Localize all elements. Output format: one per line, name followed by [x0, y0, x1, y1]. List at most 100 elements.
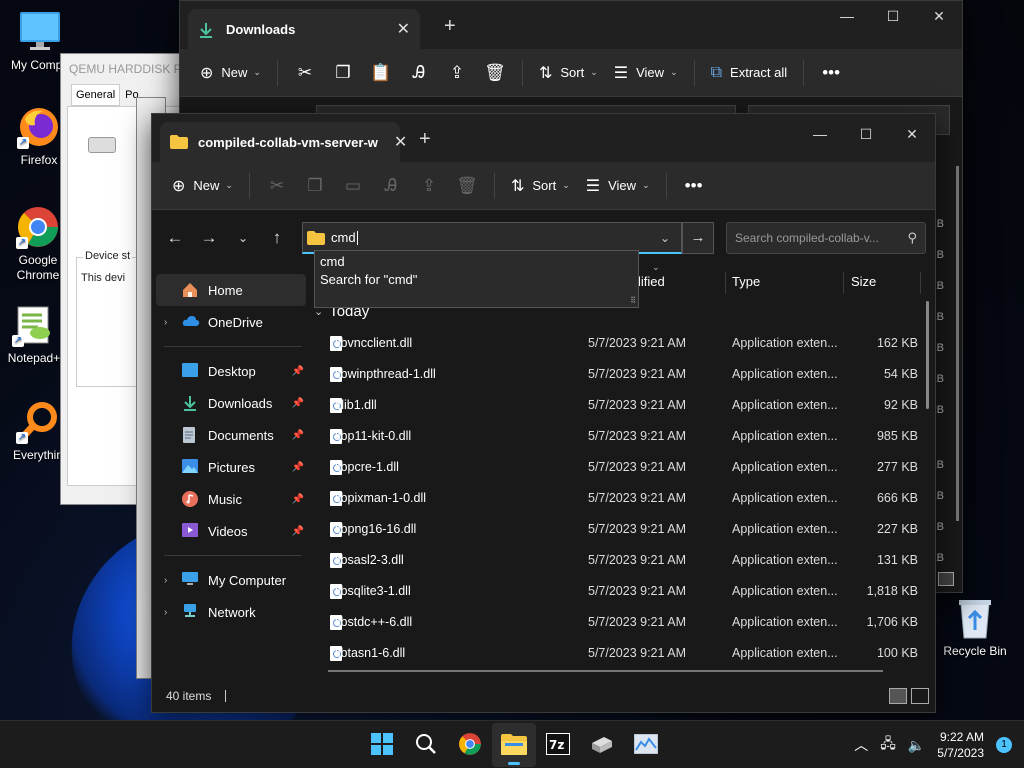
sort-button[interactable]: ⇅ Sort ⌄	[531, 57, 606, 89]
column-divider[interactable]	[843, 272, 844, 294]
table-row[interactable]: libpcre-1.dll 5/7/2023 9:21 AM Application…	[310, 452, 930, 483]
view-button[interactable]: ☰ View ⌄	[606, 57, 686, 89]
pin-icon[interactable]: 📌	[292, 462, 304, 473]
sidebar-item-music[interactable]: Music 📌	[152, 483, 310, 515]
column-divider[interactable]	[920, 272, 921, 294]
rename-icon[interactable]: Ꭿ	[372, 176, 410, 196]
close-tab-icon[interactable]: ✕	[397, 19, 410, 39]
search-input[interactable]: Search compiled-collab-v... ⚲	[726, 222, 926, 254]
volume-icon[interactable]: 🔈	[908, 737, 925, 754]
table-row[interactable]: libtasn1-6.dll 5/7/2023 9:21 AM Applicatio…	[310, 638, 930, 669]
taskbar-device-manager[interactable]	[580, 723, 624, 767]
go-arrow-icon[interactable]: →	[682, 222, 714, 254]
pin-icon[interactable]: 📌	[292, 526, 304, 537]
network-status-icon[interactable]: 🖧	[880, 733, 896, 757]
close-button[interactable]: ✕	[889, 119, 935, 151]
autocomplete-item[interactable]: cmd	[315, 253, 638, 271]
sidebar-item-network[interactable]: › Network	[152, 596, 310, 628]
notification-badge[interactable]: 1	[996, 737, 1012, 753]
back-arrow-icon[interactable]: ←	[158, 228, 192, 248]
maximize-button[interactable]: ☐	[870, 1, 916, 33]
table-row[interactable]: libp11-kit-0.dll 5/7/2023 9:21 AM Applicat…	[310, 421, 930, 452]
copy-icon[interactable]: ❐	[324, 63, 362, 83]
share-icon[interactable]: ⇪	[410, 176, 448, 196]
new-button[interactable]: ⊕ New ⌄	[192, 57, 269, 89]
column-header-type[interactable]: Type	[732, 266, 760, 298]
taskbar-search-button[interactable]	[404, 723, 448, 767]
autocomplete-item[interactable]: Search for "cmd"	[315, 271, 638, 289]
taskbar-file-explorer[interactable]	[492, 723, 536, 767]
minimize-button[interactable]: —	[824, 1, 870, 33]
view-button[interactable]: ☰ View ⌄	[578, 170, 658, 202]
extract-all-button[interactable]: ⧉ Extract all	[703, 57, 796, 89]
delete-icon[interactable]: 🗑	[476, 63, 514, 83]
close-tab-icon[interactable]: ✕	[394, 132, 407, 152]
pin-icon[interactable]: 📌	[292, 398, 304, 409]
more-options-icon[interactable]: •••	[675, 176, 713, 196]
paste-icon[interactable]: 📋	[362, 63, 400, 83]
pin-icon[interactable]: 📌	[292, 494, 304, 505]
chevron-up-icon[interactable]: ︿	[854, 735, 868, 755]
sidebar-item-desktop[interactable]: Desktop 📌	[152, 355, 310, 387]
column-divider[interactable]	[725, 272, 726, 294]
new-tab-icon[interactable]: +	[419, 128, 431, 151]
tab-general[interactable]: General	[71, 84, 121, 106]
delete-icon[interactable]: 🗑	[448, 176, 486, 196]
pin-icon[interactable]: 📌	[292, 430, 304, 441]
view-label: View	[636, 65, 665, 80]
start-button[interactable]	[360, 723, 404, 767]
table-row[interactable]: libwinpthread-1.dll 5/7/2023 9:21 AM Appli…	[310, 359, 930, 390]
new-button[interactable]: ⊕ New ⌄	[164, 170, 241, 202]
clock[interactable]: 9:22 AM 5/7/2023	[937, 729, 984, 761]
paste-icon[interactable]: ▭	[334, 176, 372, 196]
sidebar-item-pictures[interactable]: Pictures 📌	[152, 451, 310, 483]
forward-arrow-icon[interactable]: →	[192, 228, 226, 248]
taskbar-7zip[interactable]: 7z	[536, 723, 580, 767]
column-header-size[interactable]: Size	[851, 266, 876, 298]
scrollbar[interactable]	[956, 166, 959, 521]
sidebar-item-documents[interactable]: Documents 📌	[152, 419, 310, 451]
maximize-button[interactable]: ☐	[843, 119, 889, 151]
resize-grip-icon[interactable]: ⠿	[630, 296, 636, 305]
chevron-down-icon[interactable]: ⌄	[649, 223, 681, 253]
sidebar-item-onedrive[interactable]: › OneDrive	[152, 306, 310, 338]
chevron-right-icon[interactable]: ›	[164, 317, 182, 328]
close-button[interactable]: ✕	[916, 1, 962, 33]
table-row[interactable]: libsqlite3-1.dll 5/7/2023 9:21 AM Applicat…	[310, 576, 930, 607]
sidebar-item-my-computer[interactable]: › My Computer	[152, 564, 310, 596]
up-arrow-icon[interactable]: ↑	[260, 228, 294, 248]
table-row[interactable]: libstdc++-6.dll 5/7/2023 9:21 AM Applicati…	[310, 607, 930, 638]
taskbar-chrome[interactable]	[448, 723, 492, 767]
horizontal-scrollbar[interactable]	[328, 670, 883, 672]
taskbar-task-manager[interactable]	[624, 723, 668, 767]
desktop-icon-recycle-bin[interactable]: Recycle Bin	[937, 596, 1013, 659]
tab-compiled-collab[interactable]: compiled-collab-vm-server-w ✕	[160, 122, 407, 162]
copy-icon[interactable]: ❐	[296, 176, 334, 196]
more-options-icon[interactable]: •••	[812, 63, 850, 83]
share-icon[interactable]: ⇪	[438, 63, 476, 83]
table-row[interactable]: libsasl2-3.dll 5/7/2023 9:21 AM Applicatio…	[310, 545, 930, 576]
tiles-view-button[interactable]	[911, 688, 929, 704]
new-tab-icon[interactable]: +	[444, 15, 456, 38]
table-row[interactable]: zlib1.dll 5/7/2023 9:21 AM Application ext…	[310, 390, 930, 421]
tab-downloads[interactable]: Downloads ✕	[188, 9, 420, 49]
cut-icon[interactable]: ✂	[286, 63, 324, 83]
pin-icon[interactable]: 📌	[292, 366, 304, 377]
sidebar-item-videos[interactable]: Videos 📌	[152, 515, 310, 547]
sidebar-item-home[interactable]: Home	[156, 274, 306, 306]
chevron-right-icon[interactable]: ›	[164, 607, 182, 618]
tiles-view-toggle[interactable]	[938, 572, 954, 586]
sidebar-item-downloads[interactable]: Downloads 📌	[152, 387, 310, 419]
table-row[interactable]: libvncclient.dll 5/7/2023 9:21 AM Applicat…	[310, 328, 930, 359]
rename-icon[interactable]: Ꭿ	[400, 63, 438, 83]
vertical-scrollbar[interactable]	[926, 301, 929, 409]
recent-locations-chevron-icon[interactable]: ⌄	[226, 231, 260, 245]
address-input[interactable]: cmd	[331, 230, 356, 245]
sort-button[interactable]: ⇅ Sort ⌄	[503, 170, 578, 202]
table-row[interactable]: libpng16-16.dll 5/7/2023 9:21 AM Applicati…	[310, 514, 930, 545]
chevron-right-icon[interactable]: ›	[164, 575, 182, 586]
minimize-button[interactable]: —	[797, 119, 843, 151]
details-view-button[interactable]	[889, 688, 907, 704]
cut-icon[interactable]: ✂	[258, 176, 296, 196]
table-row[interactable]: libpixman-1-0.dll 5/7/2023 9:21 AM Applica…	[310, 483, 930, 514]
